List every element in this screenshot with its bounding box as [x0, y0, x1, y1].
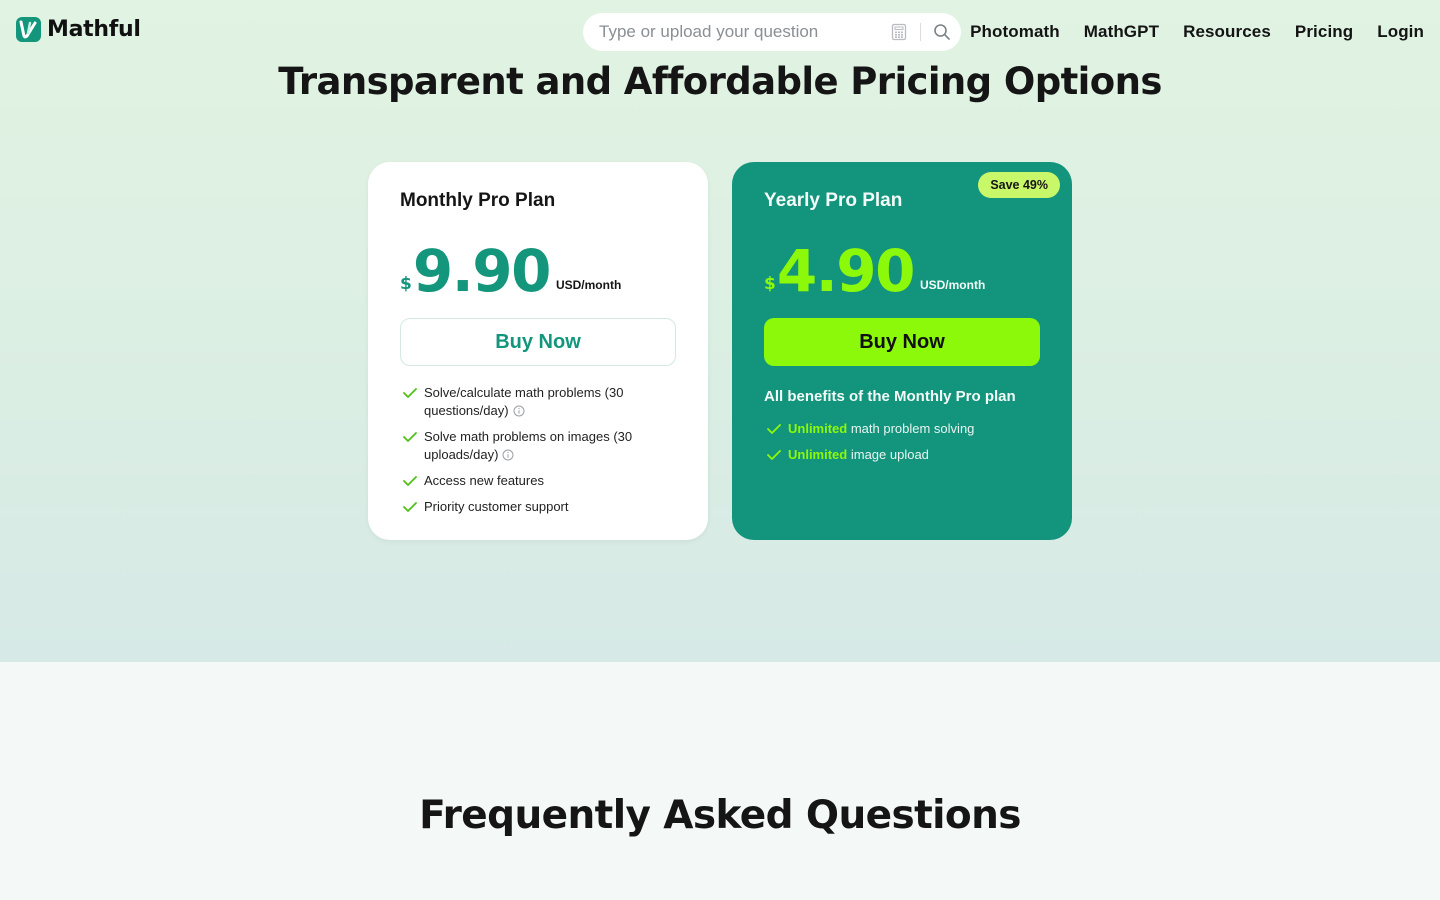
feature-highlight: Unlimited [788, 421, 848, 436]
check-icon [767, 424, 781, 434]
monthly-plan-card: Monthly Pro Plan $ 9.90 USD/month Buy No… [368, 162, 708, 540]
check-icon [403, 432, 417, 442]
faq-section [0, 662, 1440, 900]
search-icon[interactable] [933, 23, 951, 41]
buy-now-button[interactable]: Buy Now [400, 318, 676, 366]
price: $ 9.90 USD/month [400, 236, 621, 300]
search-input[interactable] [599, 17, 879, 47]
nav-mathgpt[interactable]: MathGPT [1084, 22, 1159, 42]
nav-resources[interactable]: Resources [1183, 22, 1271, 42]
benefits-title: All benefits of the Monthly Pro plan [764, 388, 1016, 405]
save-badge: Save 49% [978, 172, 1060, 198]
search-divider [920, 23, 921, 41]
faq-title: Frequently Asked Questions [419, 793, 1021, 838]
currency-symbol: $ [400, 274, 412, 294]
logo-text: Mathful [47, 16, 141, 42]
check-icon [767, 450, 781, 460]
price-unit: USD/month [555, 278, 622, 292]
calculator-icon[interactable] [890, 23, 908, 41]
plan-name: Yearly Pro Plan [764, 190, 903, 211]
logo[interactable]: Mathful [16, 16, 141, 42]
currency-symbol: $ [764, 274, 776, 294]
plan-name: Monthly Pro Plan [400, 190, 556, 211]
buy-now-button[interactable]: Buy Now [764, 318, 1040, 366]
feature-item: Solve math problems on images (30 upload… [400, 428, 680, 464]
yearly-plan-card: Save 49% Yearly Pro Plan $ 4.90 USD/mont… [732, 162, 1072, 540]
check-icon [403, 502, 417, 512]
feature-item: Unlimited math problem solving [764, 420, 1044, 438]
feature-list: Solve/calculate math problems (30 questi… [400, 384, 680, 524]
search-bar [583, 13, 961, 51]
logo-icon [16, 16, 41, 42]
feature-text: image upload [847, 447, 929, 462]
feature-highlight: Unlimited [788, 447, 848, 462]
nav-photomath[interactable]: Photomath [970, 22, 1060, 42]
price-amount: 9.90 [412, 237, 552, 305]
info-icon[interactable] [513, 405, 525, 417]
check-icon [403, 388, 417, 398]
main-nav: Photomath MathGPT Resources Pricing Logi… [970, 20, 1424, 44]
nav-login[interactable]: Login [1377, 22, 1424, 42]
price: $ 4.90 USD/month [764, 236, 985, 300]
feature-item: Access new features [400, 472, 680, 490]
feature-list: Unlimited math problem solving Unlimited… [764, 420, 1044, 472]
nav-pricing[interactable]: Pricing [1295, 22, 1353, 42]
page-title: Transparent and Affordable Pricing Optio… [278, 60, 1162, 103]
feature-item: Priority customer support [400, 498, 680, 516]
price-unit: USD/month [919, 278, 986, 292]
feature-item: Solve/calculate math problems (30 questi… [400, 384, 680, 420]
check-icon [403, 476, 417, 486]
price-amount: 4.90 [776, 237, 916, 305]
feature-text: Priority customer support [424, 499, 569, 514]
info-icon[interactable] [502, 449, 514, 461]
feature-text: Solve math problems on images (30 upload… [424, 429, 633, 462]
feature-text: math problem solving [847, 421, 975, 436]
feature-text: Access new features [424, 473, 544, 488]
feature-item: Unlimited image upload [764, 446, 1044, 464]
